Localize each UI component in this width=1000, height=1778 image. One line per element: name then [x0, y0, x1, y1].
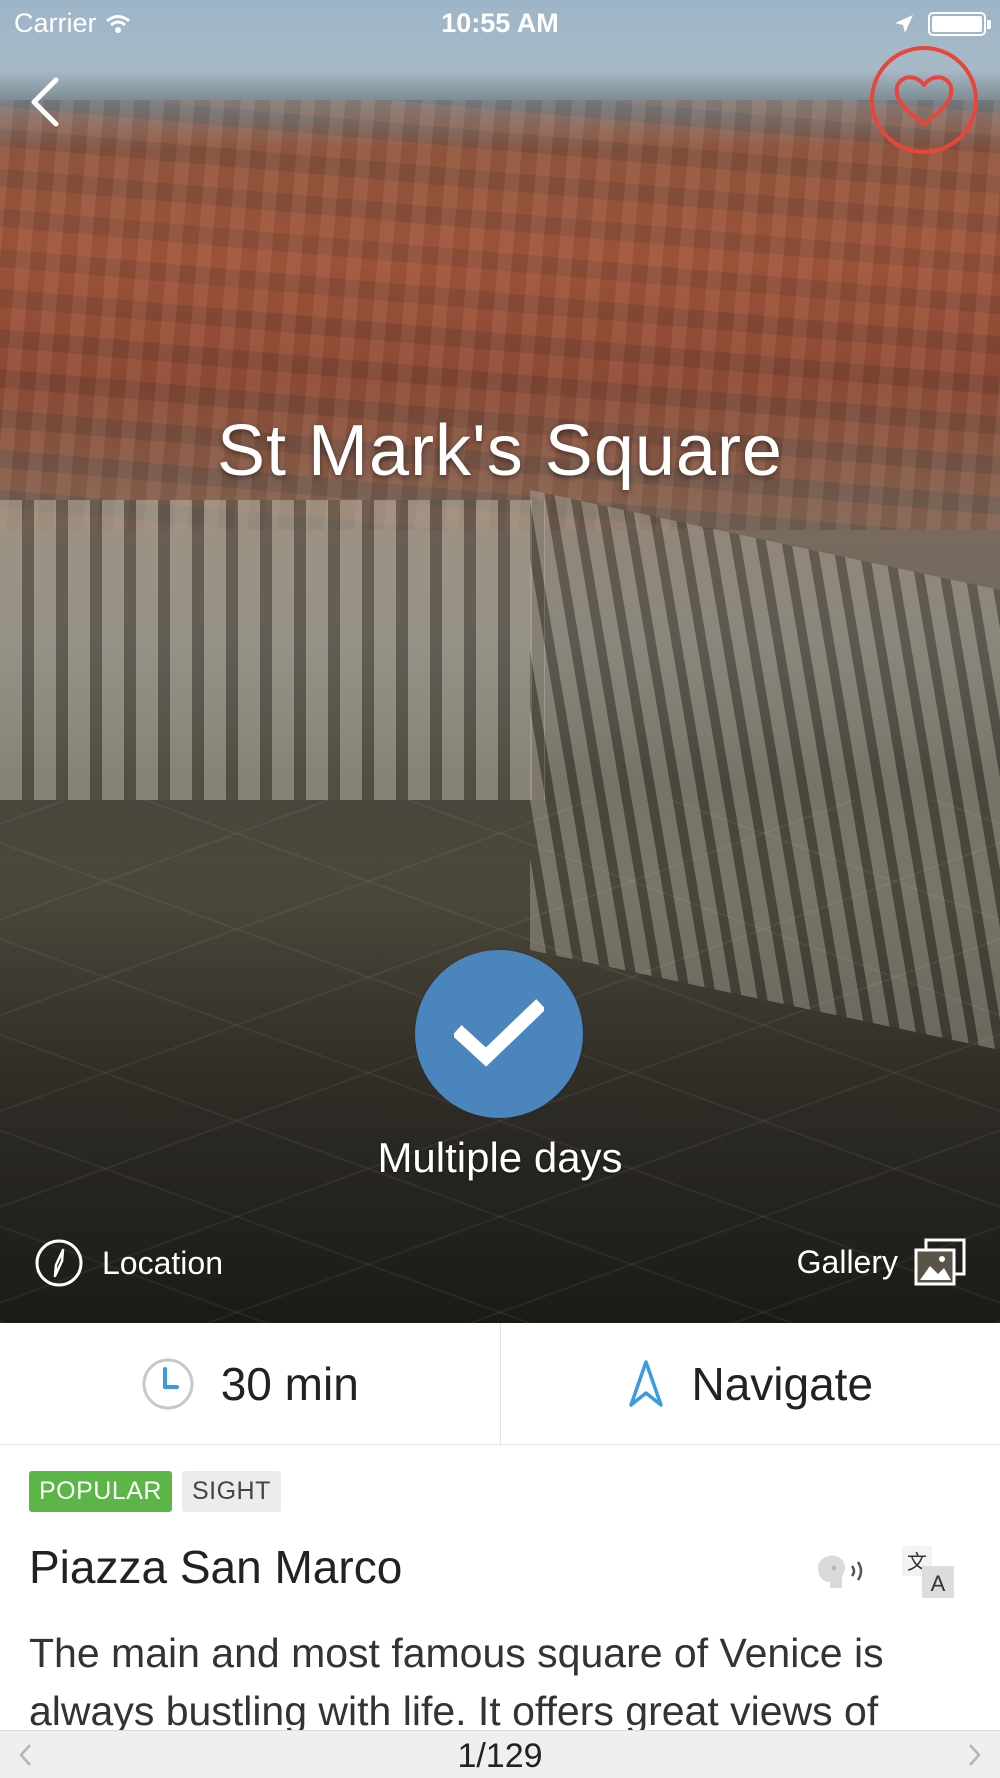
- svg-text:A: A: [931, 1571, 946, 1596]
- checkmark-icon: [454, 999, 544, 1067]
- tag-list: POPULAR SIGHT: [29, 1471, 281, 1512]
- page-title: St Mark's Square: [217, 411, 783, 491]
- pager-next-button[interactable]: [962, 1741, 986, 1769]
- navigate-label: Navigate: [691, 1357, 874, 1410]
- chevron-right-icon: [969, 1744, 981, 1766]
- gallery-link[interactable]: Gallery: [797, 1238, 966, 1286]
- translate-icon: 文 A: [902, 1546, 954, 1598]
- favorite-button[interactable]: [870, 46, 978, 154]
- duration-text: 30 min: [221, 1357, 359, 1411]
- clock-icon: [142, 1358, 194, 1409]
- location-label: Location: [102, 1244, 223, 1281]
- heart-icon: [894, 75, 954, 126]
- compass-icon: [35, 1239, 83, 1287]
- gallery-label: Gallery: [796, 1243, 898, 1280]
- navigate-arrow-icon: [629, 1359, 664, 1407]
- pager-count: 1/129: [457, 1737, 543, 1775]
- gallery-icon: [914, 1238, 966, 1286]
- location-arrow-icon: [895, 15, 913, 33]
- status-time: 10:55 AM: [441, 8, 559, 38]
- hero-image: [0, 0, 1000, 1323]
- translate-button[interactable]: 文 A: [900, 1544, 956, 1600]
- pager-bar: 1/129: [0, 1730, 1000, 1778]
- visited-check-button[interactable]: [415, 950, 583, 1118]
- tag-sight: SIGHT: [181, 1471, 281, 1512]
- hero-building-left: [0, 500, 545, 800]
- tag-popular: POPULAR: [29, 1471, 172, 1512]
- chevron-left-icon: [31, 77, 59, 127]
- status-bar: Carrier 10:55 AM: [0, 0, 1000, 50]
- place-name: Piazza San Marco: [29, 1541, 403, 1593]
- navigate-button[interactable]: Navigate: [499, 1323, 1000, 1444]
- back-button[interactable]: [22, 72, 72, 132]
- duration-unit: min: [284, 1357, 359, 1410]
- location-link[interactable]: Location: [34, 1238, 223, 1288]
- speak-button[interactable]: [812, 1548, 874, 1594]
- duration-cell: 30 min: [0, 1323, 500, 1444]
- info-bar: 30 min Navigate: [0, 1323, 1000, 1445]
- visited-check-label: Multiple days: [377, 1134, 623, 1181]
- status-right: [894, 12, 991, 36]
- battery-icon: [928, 12, 991, 36]
- speak-icon: [818, 1555, 863, 1588]
- duration-value: 30: [220, 1357, 272, 1410]
- place-description: The main and most famous square of Venic…: [29, 1630, 884, 1730]
